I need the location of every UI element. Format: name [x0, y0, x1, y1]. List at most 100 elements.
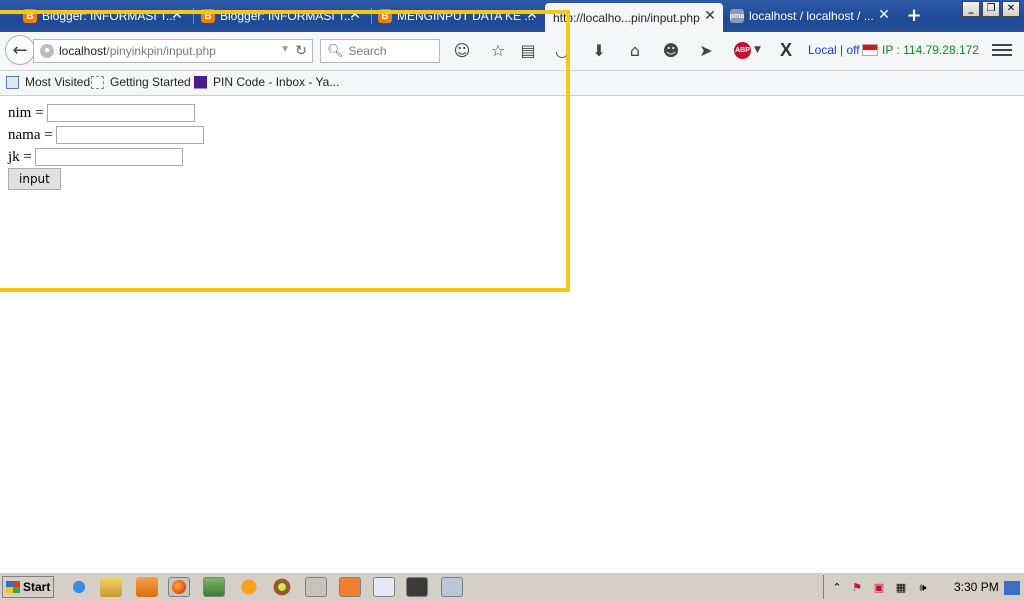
- close-icon[interactable]: ✕: [348, 8, 362, 22]
- local-status-text: Local | off: [808, 43, 860, 57]
- settings-tool-icon[interactable]: [441, 577, 463, 597]
- close-window-button[interactable]: ✕: [1002, 1, 1020, 17]
- nama-label: nama =: [8, 126, 53, 143]
- input-submit-button[interactable]: input: [8, 168, 61, 190]
- jk-field[interactable]: [34, 148, 183, 166]
- url-path: /pinyinkpin/input.php: [106, 44, 216, 58]
- bookmark-most-visited[interactable]: Most Visited: [6, 75, 90, 89]
- firefox-taskbar-button[interactable]: [168, 577, 190, 597]
- volume-icon[interactable]: 🕪︎: [916, 581, 930, 595]
- bookmark-label: Most Visited: [25, 75, 91, 89]
- url-text: localhost/pinyinkpin/input.php: [59, 44, 216, 58]
- history-dropdown-icon[interactable]: ▼: [280, 44, 290, 55]
- tab-blogger-1[interactable]: B Blogger: INFORMASI T... ✕: [18, 2, 190, 30]
- nama-field[interactable]: [55, 126, 204, 144]
- search-icon: 🔍︎: [327, 43, 344, 58]
- file-explorer-icon[interactable]: [100, 577, 122, 597]
- windows-taskbar: Start ⌃ ⚑ ▣ ▦ 🕪︎ 3:30 PM: [0, 572, 1024, 601]
- bookmark-label: PIN Code - Inbox - Ya...: [213, 75, 340, 89]
- nim-field[interactable]: [46, 104, 195, 122]
- url-bar[interactable]: ● localhost/pinyinkpin/input.php ▼ ↻: [33, 39, 313, 63]
- bookmark-pin-code[interactable]: PIN Code - Inbox - Ya...: [194, 75, 339, 89]
- page-content: nim = nama = jk = input: [0, 96, 1024, 572]
- tab-blogger-2[interactable]: B Blogger: INFORMASI T... ✕: [196, 2, 368, 30]
- restore-button[interactable]: ❐: [982, 1, 1000, 17]
- chevron-down-icon[interactable]: ▼: [754, 45, 761, 55]
- close-icon[interactable]: ✕: [877, 8, 891, 22]
- search-input[interactable]: 🔍︎ Search: [320, 39, 440, 63]
- search-placeholder: Search: [348, 44, 387, 58]
- firefox-icon: [172, 580, 186, 594]
- close-icon[interactable]: ✕: [525, 8, 539, 22]
- minimize-button[interactable]: _: [962, 1, 980, 17]
- url-host: localhost: [59, 44, 107, 58]
- jk-label: jk =: [8, 148, 32, 165]
- orange-ball-icon[interactable]: [238, 577, 260, 597]
- most-visited-icon: [6, 75, 19, 89]
- x-addon-icon[interactable]: X: [780, 40, 792, 61]
- start-button[interactable]: Start: [2, 576, 54, 598]
- back-arrow-icon: ←: [12, 39, 28, 61]
- close-icon[interactable]: ✕: [170, 8, 184, 22]
- reload-icon[interactable]: ↻: [295, 42, 307, 59]
- start-label: Start: [23, 580, 51, 594]
- blogger-icon: B: [23, 9, 37, 23]
- tab-separator: [371, 8, 372, 24]
- indonesia-flag-icon: [862, 44, 878, 56]
- tab-separator: [193, 8, 194, 24]
- tab-label: MENGINPUT DATA KE ...: [397, 9, 535, 23]
- bookmark-star-icon[interactable]: ☆: [488, 41, 508, 61]
- editor-icon[interactable]: [373, 577, 395, 597]
- pocket-icon[interactable]: ◡: [552, 41, 572, 61]
- security-icon[interactable]: ▣: [872, 581, 886, 595]
- phpmyadmin-icon: pma: [730, 9, 744, 23]
- globe-icon: ●: [40, 44, 54, 58]
- blogger-icon: B: [378, 9, 392, 23]
- chevron-up-icon[interactable]: ⌃: [830, 581, 844, 595]
- tab-input-php[interactable]: http://localho...pin/input.php ✕: [545, 3, 723, 32]
- download-icon[interactable]: ⬇: [589, 41, 609, 61]
- close-icon[interactable]: ✕: [703, 9, 717, 23]
- bookmark-getting-started[interactable]: Getting Started: [91, 75, 191, 89]
- nim-label: nim =: [8, 104, 44, 121]
- new-tab-button[interactable]: +: [905, 7, 923, 25]
- tab-phpmyadmin[interactable]: pma localhost / localhost / ... ✕: [725, 2, 897, 30]
- back-button[interactable]: ←: [5, 35, 35, 65]
- show-desktop-icon[interactable]: [1004, 581, 1020, 595]
- internet-explorer-icon[interactable]: [68, 577, 90, 597]
- addon-face-icon[interactable]: ☺: [452, 41, 472, 61]
- hamburger-menu-icon[interactable]: [992, 41, 1012, 59]
- ip-address-text: IP : 114.79.28.172: [882, 43, 979, 57]
- tab-label: localhost / localhost / ...: [749, 9, 874, 23]
- media-player-icon[interactable]: [136, 577, 158, 597]
- image-viewer-icon[interactable]: [203, 577, 225, 597]
- tool-icon[interactable]: [305, 577, 327, 597]
- form-row-jk: jk =: [8, 148, 183, 166]
- terminal-icon[interactable]: [406, 577, 428, 597]
- network-icon[interactable]: ▦: [894, 581, 908, 595]
- tab-label: Blogger: INFORMASI T...: [220, 9, 354, 23]
- bookmarks-toolbar: Most Visited Getting Started PIN Code - …: [0, 71, 1024, 96]
- clock[interactable]: 3:30 PM: [954, 580, 999, 594]
- navigation-toolbar: ← ● localhost/pinyinkpin/input.php ▼ ↻ 🔍…: [0, 32, 1024, 71]
- hello-chat-icon[interactable]: ☻: [661, 41, 681, 61]
- blogger-icon: B: [201, 9, 215, 23]
- home-icon[interactable]: ⌂: [625, 41, 645, 61]
- tab-label: http://localho...pin/input.php: [553, 10, 700, 25]
- tab-label: Blogger: INFORMASI T...: [42, 9, 176, 23]
- xampp-icon[interactable]: [339, 577, 361, 597]
- form-row-nama: nama =: [8, 126, 204, 144]
- reading-list-icon[interactable]: ▤: [518, 41, 538, 61]
- share-icon[interactable]: ➤: [696, 41, 716, 61]
- page-icon: [91, 75, 104, 89]
- tab-strip: B Blogger: INFORMASI T... ✕ B Blogger: I…: [0, 0, 1024, 32]
- form-row-nim: nim =: [8, 104, 195, 122]
- action-center-icon[interactable]: ⚑: [850, 581, 864, 595]
- chrome-icon[interactable]: [271, 577, 293, 597]
- window-controls: _ ❐ ✕: [962, 1, 1020, 17]
- bookmark-label: Getting Started: [110, 75, 191, 89]
- yahoo-mail-icon: [194, 75, 207, 89]
- windows-logo-icon: [6, 581, 20, 593]
- adblock-plus-icon[interactable]: ABP: [734, 42, 751, 59]
- tab-menginput[interactable]: B MENGINPUT DATA KE ... ✕: [373, 2, 545, 30]
